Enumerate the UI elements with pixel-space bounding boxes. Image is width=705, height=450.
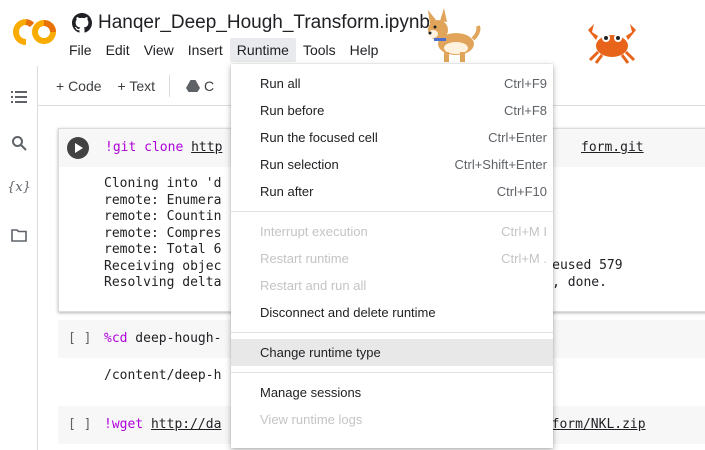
drive-icon bbox=[186, 79, 201, 92]
cell-code[interactable]: !wget http://da bbox=[104, 417, 221, 432]
menu-item-interrupt-execution: Interrupt execution Ctrl+M I bbox=[231, 218, 553, 245]
menu-item-run-selection[interactable]: Run selection Ctrl+Shift+Enter bbox=[231, 151, 553, 178]
code-magic: %cd bbox=[104, 331, 128, 346]
menu-item-label: Restart and run all bbox=[260, 278, 367, 293]
add-code-button[interactable]: + Code bbox=[48, 66, 110, 106]
output-line: remote: Enumera bbox=[104, 192, 222, 208]
output-line: Resolving delta bbox=[104, 275, 222, 290]
menu-insert[interactable]: Insert bbox=[181, 38, 230, 62]
menu-edit[interactable]: Edit bbox=[99, 38, 137, 62]
menu-item-shortcut: Ctrl+Shift+Enter bbox=[454, 157, 548, 172]
left-sidebar: {x} bbox=[0, 66, 38, 450]
output-line: remote: Compres bbox=[104, 225, 222, 241]
menu-item-view-runtime-logs: View runtime logs bbox=[231, 406, 553, 433]
app-header: Hanqer_Deep_Hough_Transform.ipynb File E… bbox=[0, 0, 705, 66]
variables-icon[interactable]: {x} bbox=[7, 178, 31, 196]
menu-item-shortcut: Ctrl+Enter bbox=[488, 130, 547, 145]
menu-item-run-all[interactable]: Run all Ctrl+F9 bbox=[231, 70, 553, 97]
menu-item-run-before[interactable]: Run before Ctrl+F8 bbox=[231, 97, 553, 124]
colab-logo[interactable] bbox=[12, 18, 58, 46]
code-url[interactable]: http://da bbox=[151, 417, 221, 432]
menu-item-shortcut: Ctrl+M . bbox=[501, 251, 547, 266]
menu-item-manage-sessions[interactable]: Manage sessions bbox=[231, 379, 553, 406]
menu-bar: File Edit View Insert Runtime Tools Help bbox=[62, 38, 385, 62]
menu-item-label: View runtime logs bbox=[260, 412, 363, 427]
menu-item-shortcut: Ctrl+F10 bbox=[496, 184, 547, 199]
menu-item-run-focused-cell[interactable]: Run the focused cell Ctrl+Enter bbox=[231, 124, 553, 151]
copy-to-drive-label: C bbox=[204, 77, 215, 94]
menu-item-label: Restart runtime bbox=[260, 251, 349, 266]
menu-item-shortcut: Ctrl+M I bbox=[501, 224, 547, 239]
runtime-menu: Run all Ctrl+F9 Run before Ctrl+F8 Run the… bbox=[231, 64, 553, 448]
table-of-contents-icon[interactable] bbox=[10, 88, 28, 106]
menu-item-label: Manage sessions bbox=[260, 385, 362, 400]
output-line: remote: Countin bbox=[104, 209, 222, 224]
menu-view[interactable]: View bbox=[137, 38, 181, 62]
menu-item-shortcut: Ctrl+F8 bbox=[504, 103, 547, 118]
menu-item-run-after[interactable]: Run after Ctrl+F10 bbox=[231, 178, 553, 205]
menu-item-label: Run after bbox=[260, 184, 314, 199]
menu-divider bbox=[231, 332, 553, 333]
toolbar-divider bbox=[169, 74, 171, 97]
files-icon[interactable] bbox=[10, 226, 28, 244]
output-line: remote: Total 6 bbox=[104, 242, 222, 257]
output-line: Receiving objec bbox=[104, 258, 222, 274]
cell-output: Cloning into 'd remote: Enumera remote: Co… bbox=[104, 176, 221, 292]
crab-mascot-icon bbox=[588, 24, 636, 64]
code-url-tail[interactable]: form.git bbox=[581, 140, 644, 155]
run-cell-bracket[interactable]: [ ] bbox=[68, 331, 91, 346]
code-text: deep-hough- bbox=[127, 331, 222, 346]
menu-item-change-runtime-type[interactable]: Change runtime type bbox=[231, 339, 553, 366]
cell-code[interactable]: %cd deep-hough- bbox=[104, 331, 221, 346]
menu-item-label: Run the focused cell bbox=[260, 130, 378, 145]
run-cell-bracket[interactable]: [ ] bbox=[68, 417, 91, 432]
menu-item-label: Run all bbox=[260, 76, 301, 91]
code-command: !git clone bbox=[105, 140, 192, 155]
code-url[interactable]: http bbox=[191, 140, 222, 155]
menu-tools[interactable]: Tools bbox=[296, 38, 343, 62]
github-icon[interactable] bbox=[72, 13, 92, 33]
menu-divider bbox=[231, 211, 553, 212]
code-command: !wget bbox=[104, 417, 151, 432]
menu-item-label: Interrupt execution bbox=[260, 224, 368, 239]
menu-runtime[interactable]: Runtime bbox=[229, 38, 296, 62]
cell-code[interactable]: !git clone http bbox=[105, 140, 222, 155]
menu-item-shortcut: Ctrl+F9 bbox=[504, 76, 547, 91]
copy-to-drive-button[interactable]: C bbox=[178, 66, 222, 106]
notebook-title-row: Hanqer_Deep_Hough_Transform.ipynb bbox=[72, 12, 430, 34]
menu-item-label: Run before bbox=[260, 103, 325, 118]
notebook-title[interactable]: Hanqer_Deep_Hough_Transform.ipynb bbox=[98, 12, 430, 34]
menu-item-restart-and-run-all: Restart and run all bbox=[231, 272, 553, 299]
search-icon[interactable] bbox=[10, 134, 28, 152]
output-line: Cloning into 'd bbox=[104, 176, 222, 191]
menu-help[interactable]: Help bbox=[343, 38, 386, 62]
cell-output: /content/deep-h bbox=[104, 368, 222, 383]
menu-item-disconnect-delete-runtime[interactable]: Disconnect and delete runtime bbox=[231, 299, 553, 326]
menu-item-restart-runtime: Restart runtime Ctrl+M . bbox=[231, 245, 553, 272]
add-text-button[interactable]: + Text bbox=[110, 66, 164, 106]
menu-item-label: Disconnect and delete runtime bbox=[260, 305, 436, 320]
menu-divider bbox=[231, 372, 553, 373]
menu-item-label: Change runtime type bbox=[260, 345, 381, 360]
menu-file[interactable]: File bbox=[62, 38, 99, 62]
run-cell-button[interactable] bbox=[67, 137, 89, 159]
menu-item-label: Run selection bbox=[260, 157, 339, 172]
corgi-mascot-icon bbox=[428, 8, 481, 62]
